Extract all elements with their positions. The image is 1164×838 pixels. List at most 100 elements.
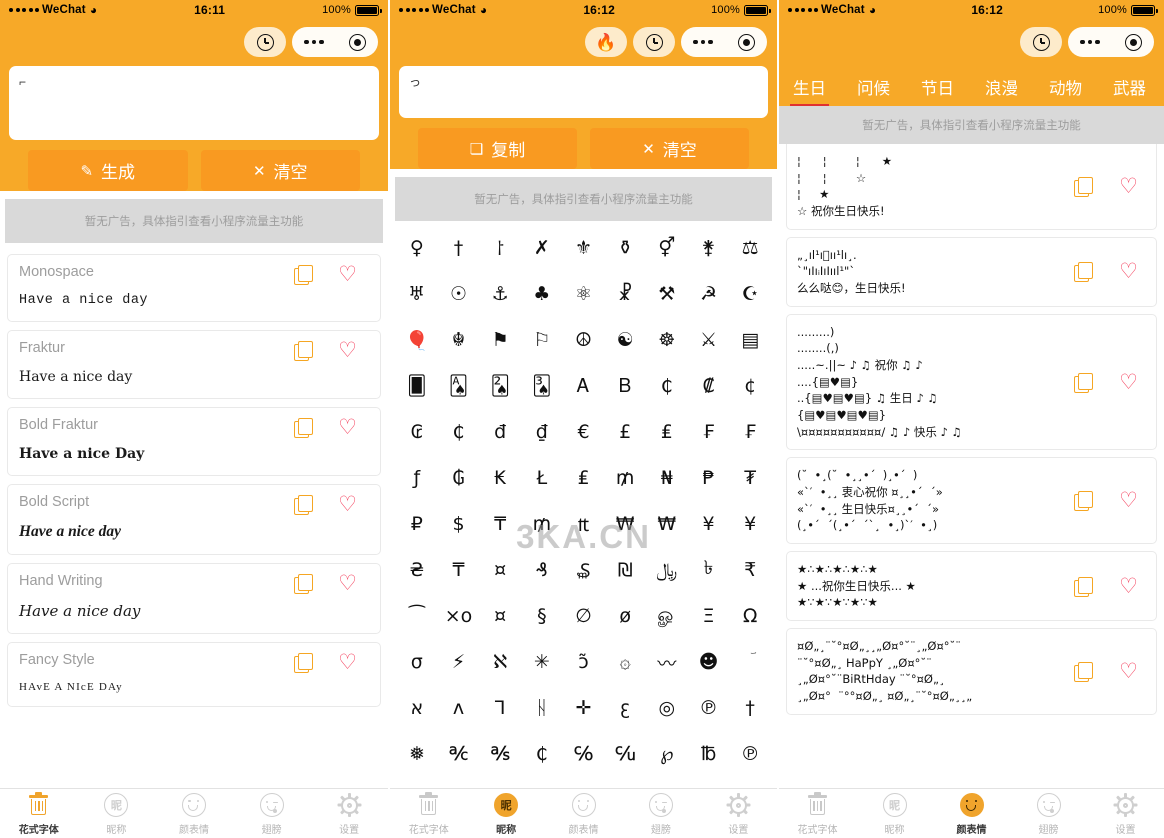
clock-capsule-button[interactable] [1020, 27, 1062, 57]
heart-icon[interactable]: ♡ [1119, 490, 1138, 511]
hot-capsule-button[interactable]: 🔥 [585, 27, 627, 57]
symbol-cell[interactable]: ₵ [646, 363, 688, 409]
symbol-cell[interactable]: § [521, 593, 563, 639]
list-item[interactable]: ¤Ø„¸¨˘°¤Ø„¸¸„Ø¤°˘¨¸„Ø¤°˘¨ ¨˘°¤Ø„¸ HaPpY … [786, 628, 1157, 715]
tab-nickname[interactable]: 昵 昵称 [78, 792, 156, 836]
symbol-cell[interactable]: ⚱ [604, 225, 646, 271]
tab-wings[interactable]: 翅膀 [1010, 792, 1087, 836]
symbol-cell[interactable]: 🎈 [396, 317, 438, 363]
menu-capsule-button[interactable] [1068, 27, 1154, 57]
symbol-cell[interactable]: Ł [521, 455, 563, 501]
tab-settings[interactable]: 设置 [700, 792, 777, 836]
symbol-cell[interactable]: † [438, 225, 480, 271]
symbol-cell[interactable]: ✛ [563, 685, 605, 731]
copy-icon[interactable] [1074, 491, 1094, 512]
tab-settings[interactable]: 设置 [1087, 792, 1164, 836]
copy-icon[interactable] [294, 341, 314, 361]
symbol-cell[interactable]: ₵ [521, 731, 563, 777]
symbol-cell[interactable]: ⁀ [396, 593, 438, 639]
copy-button[interactable]: ❏ 复制 [418, 128, 577, 169]
symbol-cell[interactable]: † [729, 685, 771, 731]
category-tab-greeting[interactable]: 问候 [857, 75, 890, 106]
symbol-cell[interactable]: ℆ [604, 731, 646, 777]
symbol-cell[interactable]: ¥ [688, 501, 730, 547]
symbol-cell[interactable]: א [396, 685, 438, 731]
symbol-cell[interactable]: ☸ [646, 317, 688, 363]
symbol-cell[interactable]: ▤ [729, 317, 771, 363]
copy-icon[interactable] [1074, 372, 1094, 393]
symbol-cell[interactable]: ₸ [438, 547, 480, 593]
menu-capsule-button[interactable] [292, 27, 378, 57]
list-item[interactable]: Bold Script ♡ Have a nice day [7, 484, 381, 555]
symbol-cell[interactable]: ₩ [604, 501, 646, 547]
heart-icon[interactable]: ♡ [338, 264, 357, 285]
symbol-cell[interactable]: ₦ [646, 455, 688, 501]
symbol-cell[interactable]: ¤ [479, 593, 521, 639]
symbol-cell[interactable]: ℀ [438, 731, 480, 777]
symbol-cell[interactable]: đ [479, 409, 521, 455]
clock-capsule-button[interactable] [633, 27, 675, 57]
symbol-cell[interactable]: ¢ [729, 363, 771, 409]
tab-fancy-fonts[interactable]: 花式字体 [779, 791, 856, 836]
symbol-cell[interactable]: ☯ [604, 317, 646, 363]
symbol-cell[interactable]: 🂢 [479, 363, 521, 409]
symbol-cell[interactable]: ₭ [479, 455, 521, 501]
symbol-cell[interactable]: ⚖ [729, 225, 771, 271]
tab-settings[interactable]: 设置 [310, 792, 388, 836]
list-item[interactable]: „¸ıl¹ıᷓıı¹lı¸. `"ıIıᵢIıIııl¹"` 么么哒😊，生日快乐… [786, 236, 1157, 307]
symbol-cell[interactable]: ⚛ [563, 271, 605, 317]
symbol-cell[interactable]: Ꭺ [563, 363, 605, 409]
symbol-cell[interactable]: ⚔ [688, 317, 730, 363]
symbol-cell[interactable]: ℗ [688, 685, 730, 731]
copy-icon[interactable] [1074, 576, 1094, 597]
symbol-cell[interactable]: ₢ [396, 409, 438, 455]
symbol-cell[interactable]: ✗ [521, 225, 563, 271]
heart-icon[interactable]: ♡ [1119, 661, 1138, 682]
symbol-cell[interactable]: ₱ [688, 455, 730, 501]
symbol-cell[interactable]: ₽ [396, 501, 438, 547]
target-icon[interactable] [1125, 33, 1142, 51]
symbol-cell[interactable]: 〰 [646, 639, 688, 685]
heart-icon[interactable]: ♡ [338, 494, 357, 515]
category-tab-holiday[interactable]: 节日 [921, 75, 954, 106]
generate-button[interactable]: ✎ 生成 [28, 150, 188, 191]
tab-wings[interactable]: 翅膀 [622, 792, 699, 836]
symbol-cell[interactable]: ₹ [729, 547, 771, 593]
list-item[interactable]: .........) ........(,) .....~.||~ ♪ ♫ 祝你… [786, 313, 1157, 451]
symbol-cell[interactable]: ₤ [563, 455, 605, 501]
tab-emoticons[interactable]: 颜表情 [545, 792, 622, 836]
more-icon[interactable] [304, 39, 324, 45]
copy-icon[interactable] [294, 265, 314, 285]
symbol-cell[interactable]: ×о [438, 593, 480, 639]
symbol-cell[interactable]: ⚒ [646, 271, 688, 317]
symbol-cell[interactable]: ₣ [729, 409, 771, 455]
symbol-cell[interactable]: ℁ [479, 731, 521, 777]
symbol-cell[interactable]: ☬ [438, 317, 480, 363]
symbol-cell[interactable]: ₪ [604, 547, 646, 593]
symbol-cell[interactable]: ₲ [438, 455, 480, 501]
symbol-cell[interactable]: ؔ [729, 639, 771, 685]
text-input[interactable]: ⌐ [9, 66, 379, 140]
menu-capsule-button[interactable] [681, 27, 767, 57]
symbol-cell[interactable]: ❅ [396, 731, 438, 777]
copy-icon[interactable] [1074, 262, 1094, 283]
symbol-cell[interactable]: ☧ [604, 271, 646, 317]
symbol-cell[interactable]: ∅ [563, 593, 605, 639]
list-item[interactable]: (˘ •¸(˘ •¸¸•´ )¸•´ ) «`′ •¸¸ 衷心祝你 ¤¸¸•´ … [786, 457, 1157, 545]
heart-icon[interactable]: ♡ [338, 573, 357, 594]
target-icon[interactable] [738, 33, 755, 51]
symbol-cell[interactable]: ꜫ [604, 685, 646, 731]
symbol-cell[interactable]: ♅ [396, 271, 438, 317]
symbol-cell[interactable]: ௐ [646, 593, 688, 639]
symbol-cell[interactable]: ₡ [688, 363, 730, 409]
symbol-cell[interactable]: ♀ [396, 225, 438, 271]
symbol-cell[interactable]: 🂣 [521, 363, 563, 409]
symbol-cell[interactable]: ℅ [563, 731, 605, 777]
symbol-cell[interactable]: ₫ [521, 409, 563, 455]
symbol-cell[interactable]: ƒ [396, 455, 438, 501]
tab-emoticons[interactable]: 颜表情 [155, 792, 233, 836]
symbol-cell[interactable]: ৳ [688, 547, 730, 593]
symbol-cell[interactable]: ⸷ [479, 225, 521, 271]
symbol-cell[interactable]: ⚓ [479, 271, 521, 317]
category-tab-weapons[interactable]: 武器 [1113, 75, 1146, 106]
